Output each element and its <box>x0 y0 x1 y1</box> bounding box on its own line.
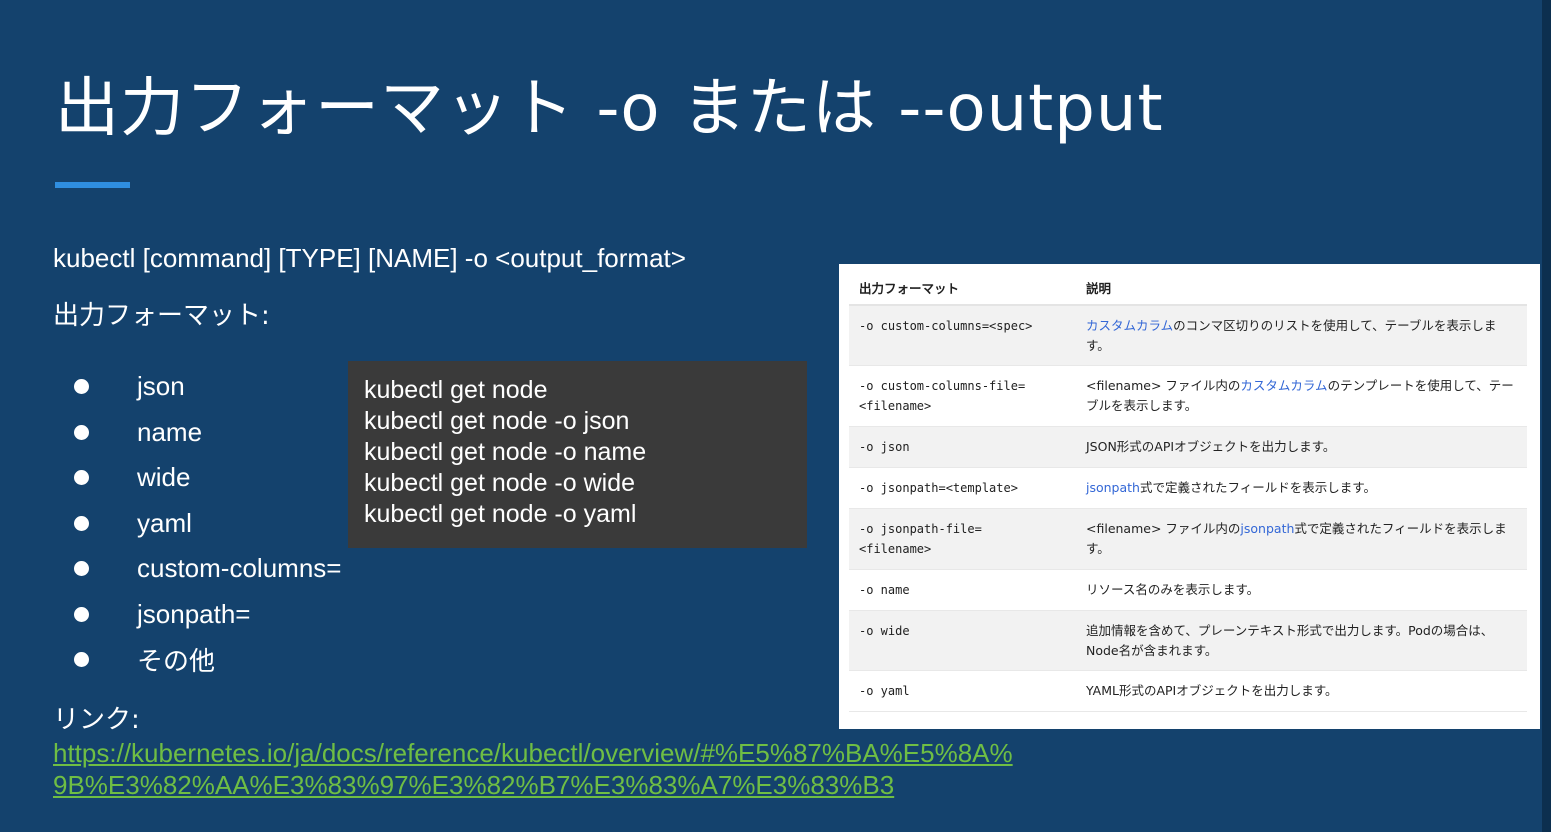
option-text: -o json <box>859 439 910 454</box>
option-cell: -o wide <box>849 610 1076 671</box>
option-text: -o jsonpath-file= <box>859 521 982 536</box>
output-format-table: 出力フォーマット 説明 -o custom-columns=<spec> カスタ… <box>849 270 1527 712</box>
option-cell: -o yaml <box>849 670 1076 712</box>
bullet-icon <box>74 561 89 577</box>
table-row: -o wide 追加情報を含めて、プレーンテキスト形式で出力します。Podの場合… <box>849 610 1527 671</box>
custom-columns-link[interactable]: カスタムカラム <box>1240 378 1327 393</box>
list-item-label: json <box>137 371 185 402</box>
list-item: custom-columns= <box>70 546 341 592</box>
slide-edge <box>1542 0 1551 832</box>
code-line: kubectl get node -o yaml <box>364 500 637 528</box>
list-item-label: custom-columns= <box>137 553 342 584</box>
column-header-format: 出力フォーマット <box>849 270 1076 306</box>
option-cell: -o json <box>849 426 1076 468</box>
column-header-description: 説明 <box>1076 270 1527 306</box>
table-row: -o custom-columns=<spec> カスタムカラムのコンマ区切りの… <box>849 305 1527 366</box>
option-cell: -o custom-columns=<spec> <box>849 305 1076 366</box>
list-item-label: name <box>137 416 203 447</box>
list-item: json <box>70 364 341 410</box>
description-text: YAML形式のAPIオブジェクトを出力します。 <box>1086 682 1338 698</box>
jsonpath-link[interactable]: jsonpath <box>1240 521 1294 536</box>
list-item-label: yaml <box>137 507 192 538</box>
description-text: <filename> ファイル内の <box>1086 520 1241 536</box>
description-cell: カスタムカラムのコンマ区切りのリストを使用して、テーブルを表示します。 <box>1076 305 1527 366</box>
format-list: json name wide yaml custom-columns= json… <box>70 364 341 683</box>
option-text: -o custom-columns-file= <box>859 378 1026 393</box>
output-format-table-card: 出力フォーマット 説明 -o custom-columns=<spec> カスタ… <box>839 264 1540 729</box>
table-row: -o custom-columns-file= <filename> <filen… <box>849 365 1527 427</box>
code-example-box: kubectl get node kubectl get node -o jso… <box>348 361 807 548</box>
description-cell: <filename> ファイル内のカスタムカラムのテンプレートを使用して、テーブ… <box>1076 365 1527 427</box>
description-cell: リソース名のみを表示します。 <box>1076 569 1527 611</box>
code-line: kubectl get node <box>364 376 548 404</box>
slide-title: 出力フォーマット -o または --output <box>55 72 1164 146</box>
option-text: -o name <box>859 582 910 597</box>
list-item-label: wide <box>137 462 191 493</box>
table-header-row: 出力フォーマット 説明 <box>849 270 1527 306</box>
list-item: wide <box>70 455 341 501</box>
description-cell: 追加情報を含めて、プレーンテキスト形式で出力します。Podの場合は、Node名が… <box>1076 610 1527 671</box>
code-line: kubectl get node -o json <box>364 407 630 435</box>
option-text: -o custom-columns=<spec> <box>859 319 1033 333</box>
list-item: jsonpath= <box>70 592 341 638</box>
bullet-icon <box>74 515 89 531</box>
description-text: 式で定義されたフィールドを表示します。 <box>1139 479 1376 495</box>
table-row: -o name リソース名のみを表示します。 <box>849 569 1527 611</box>
table-row: -o json JSON形式のAPIオブジェクトを出力します。 <box>849 426 1527 468</box>
table-row: -o jsonpath-file= <filename> <filename> フ… <box>849 508 1527 570</box>
option-text: -o jsonpath=<template> <box>859 480 1018 495</box>
table-row: -o yaml YAML形式のAPIオブジェクトを出力します。 <box>849 670 1527 712</box>
option-text: <filename> <box>859 541 932 556</box>
description-cell: <filename> ファイル内のjsonpath式で定義されたフィールドを表示… <box>1076 508 1527 570</box>
list-item: name <box>70 410 341 456</box>
description-text: リソース名のみを表示します。 <box>1086 581 1260 597</box>
command-syntax: kubectl [command] [TYPE] [NAME] -o <outp… <box>53 243 686 273</box>
description-text: 追加情報を含めて、プレーンテキスト形式で出力します。Podの場合は、Node名が… <box>1086 622 1494 658</box>
bullet-icon <box>74 652 89 668</box>
link-label: リンク: <box>53 705 140 735</box>
bullet-icon <box>74 606 89 622</box>
list-item: その他 <box>70 637 341 683</box>
option-cell: -o jsonpath=<template> <box>849 467 1076 509</box>
description-cell: JSON形式のAPIオブジェクトを出力します。 <box>1076 426 1527 468</box>
option-text: -o yaml <box>859 683 910 698</box>
option-cell: -o name <box>849 569 1076 611</box>
option-cell: -o custom-columns-file= <filename> <box>849 365 1076 427</box>
list-item-label: その他 <box>137 646 216 677</box>
option-cell: -o jsonpath-file= <filename> <box>849 508 1076 570</box>
description-cell: jsonpath式で定義されたフィールドを表示します。 <box>1076 467 1527 509</box>
title-underline <box>55 182 130 188</box>
bullet-icon <box>74 424 89 440</box>
bullet-icon <box>74 379 89 395</box>
description-text: JSON形式のAPIオブジェクトを出力します。 <box>1086 438 1336 454</box>
format-label: 出力フォーマット: <box>53 301 270 331</box>
list-item: yaml <box>70 501 341 547</box>
list-item-label: jsonpath= <box>137 598 251 629</box>
custom-columns-link[interactable]: カスタムカラム <box>1086 318 1173 333</box>
description-cell: YAML形式のAPIオブジェクトを出力します。 <box>1076 670 1527 712</box>
code-line: kubectl get node -o name <box>364 438 647 466</box>
jsonpath-link[interactable]: jsonpath <box>1086 480 1140 495</box>
option-text: -o wide <box>859 623 910 638</box>
option-text: <filename> <box>859 398 932 413</box>
table-row: -o jsonpath=<template> jsonpath式で定義されたフィ… <box>849 467 1527 509</box>
description-text: <filename> ファイル内の <box>1086 377 1241 393</box>
docs-link[interactable]: https://kubernetes.io/ja/docs/reference/… <box>53 738 1013 801</box>
bullet-icon <box>74 470 89 486</box>
code-line: kubectl get node -o wide <box>364 469 636 497</box>
